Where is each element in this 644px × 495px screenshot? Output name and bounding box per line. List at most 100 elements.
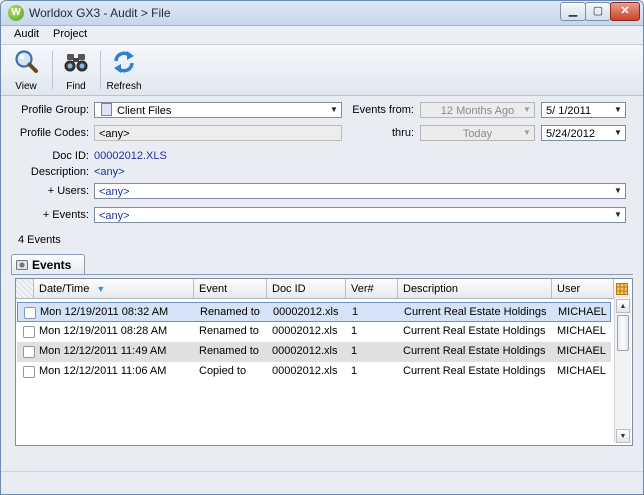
menu-bar: Audit Project <box>1 26 643 45</box>
scroll-down-icon[interactable]: ▼ <box>616 429 630 443</box>
cell-description: Current Real Estate Holdings <box>403 345 546 357</box>
maximize-button[interactable]: ▢ <box>585 2 611 21</box>
users-select[interactable]: <any> ▼ <box>94 183 626 199</box>
cell-doc-id: 00002012.xls <box>273 306 339 318</box>
column-chooser-button[interactable] <box>614 280 630 298</box>
close-button[interactable]: ✕ <box>610 2 640 21</box>
toolbar-separator <box>100 51 101 89</box>
events-label[interactable]: + Events: <box>9 209 89 221</box>
menu-project[interactable]: Project <box>53 28 87 40</box>
thru-date-value: 5/24/2012 <box>546 128 595 140</box>
cell-doc-id: 00002012.xls <box>272 325 338 337</box>
minimize-button[interactable]: ▁ <box>560 2 586 21</box>
refresh-label: Refresh <box>106 81 142 92</box>
table-row[interactable]: Mon 12/12/2011 11:49 AM Renamed to 00002… <box>17 342 611 362</box>
from-date-picker[interactable]: 5/ 1/2011 ▼ <box>541 102 626 118</box>
tab-events[interactable]: Events <box>11 254 85 275</box>
doc-id-label: Doc ID: <box>52 150 89 162</box>
tab-events-label: Events <box>32 258 72 272</box>
scroll-up-icon[interactable]: ▲ <box>616 299 630 313</box>
profile-group-select[interactable]: Client Files ▼ <box>94 102 342 118</box>
doc-id-link[interactable]: 00002012.XLS <box>94 150 167 162</box>
users-label[interactable]: + Users: <box>9 185 89 197</box>
cell-ver: 1 <box>351 365 358 377</box>
cell-description: Current Real Estate Holdings <box>403 365 546 377</box>
profile-codes-value: <any> <box>99 128 130 140</box>
scroll-thumb[interactable] <box>617 315 629 351</box>
find-button[interactable]: Find <box>56 48 96 92</box>
checkbox-column-header[interactable] <box>16 279 34 299</box>
thru-value: Today <box>462 128 493 140</box>
cell-event: Renamed to <box>199 325 259 337</box>
chevron-down-icon: ▼ <box>330 105 338 114</box>
table-row[interactable]: Mon 12/12/2011 11:06 AM Copied to 000020… <box>17 362 611 382</box>
menu-audit[interactable]: Audit <box>14 28 39 40</box>
view-button[interactable]: View <box>5 48 47 92</box>
sort-descending-icon: ▼ <box>96 284 106 294</box>
row-checkbox[interactable] <box>23 326 35 338</box>
cell-event: Renamed to <box>199 345 259 357</box>
cell-ver: 1 <box>351 345 358 357</box>
chevron-down-icon: ▼ <box>523 105 531 114</box>
column-header-user[interactable]: User <box>552 279 614 299</box>
chevron-down-icon: ▼ <box>614 105 622 114</box>
cell-doc-id: 00002012.xls <box>272 365 338 377</box>
row-checkbox[interactable] <box>23 366 35 378</box>
events-from-select[interactable]: 12 Months Ago ▼ <box>420 102 535 118</box>
cell-event: Renamed to <box>200 306 260 318</box>
worldox-logo-icon: W <box>8 5 24 21</box>
main-window: W Worldox GX3 - Audit > File ▁ ▢ ✕ Audit… <box>0 0 644 495</box>
folder-icon <box>101 103 112 116</box>
events-from-value: 12 Months Ago <box>440 105 515 117</box>
column-header-datetime[interactable]: Date/Time ▼ <box>34 279 194 299</box>
refresh-button[interactable]: Refresh <box>103 48 145 92</box>
thru-label: thru: <box>391 127 414 139</box>
binoculars-icon <box>64 54 88 72</box>
chevron-down-icon: ▼ <box>614 128 622 137</box>
row-checkbox[interactable] <box>24 307 36 319</box>
vertical-scrollbar[interactable]: ▲ ▼ <box>614 299 631 443</box>
events-value: <any> <box>99 210 130 222</box>
cell-datetime: Mon 12/19/2011 08:32 AM <box>40 306 169 318</box>
thru-date-picker[interactable]: 5/24/2012 ▼ <box>541 125 626 141</box>
toolbar-separator <box>52 51 53 89</box>
window-title: Worldox GX3 - Audit > File <box>29 6 171 20</box>
refresh-icon <box>114 51 134 73</box>
tab-divider <box>11 274 633 275</box>
cell-datetime: Mon 12/12/2011 11:06 AM <box>39 365 167 377</box>
chevron-down-icon: ▼ <box>523 128 531 137</box>
column-header-ver[interactable]: Ver# <box>346 279 398 299</box>
description-link[interactable]: <any> <box>94 166 125 178</box>
events-table: Date/Time ▼ Event Doc ID Ver# Descriptio… <box>15 278 633 446</box>
events-count: 4 Events <box>18 234 61 246</box>
table-row[interactable]: Mon 12/19/2011 08:28 AM Renamed to 00002… <box>17 322 611 342</box>
profile-codes-field[interactable]: <any> <box>94 125 342 141</box>
cell-user: MICHAEL <box>557 365 606 377</box>
events-from-label: Events from: <box>352 104 414 116</box>
chevron-down-icon: ▼ <box>614 186 622 195</box>
cell-description: Current Real Estate Holdings <box>403 325 546 337</box>
row-checkbox[interactable] <box>23 346 35 358</box>
events-tab-icon <box>16 260 28 270</box>
from-date-value: 5/ 1/2011 <box>546 105 592 117</box>
table-row[interactable]: Mon 12/19/2011 08:32 AM Renamed to 00002… <box>17 302 611 322</box>
thru-select[interactable]: Today ▼ <box>420 125 535 141</box>
cell-user: MICHAEL <box>557 325 606 337</box>
column-header-event[interactable]: Event <box>194 279 267 299</box>
column-header-description[interactable]: Description <box>398 279 552 299</box>
chevron-down-icon: ▼ <box>614 210 622 219</box>
cell-user: MICHAEL <box>558 306 607 318</box>
cell-doc-id: 00002012.xls <box>272 345 338 357</box>
grid-icon <box>616 283 628 295</box>
view-label: View <box>15 81 37 92</box>
events-select[interactable]: <any> ▼ <box>94 207 626 223</box>
column-header-datetime-label: Date/Time <box>39 283 90 295</box>
profile-group-value: Client Files <box>117 105 172 117</box>
profile-group-label: Profile Group: <box>21 104 89 116</box>
cell-description: Current Real Estate Holdings <box>404 306 547 318</box>
description-label: Description: <box>30 166 89 178</box>
column-header-doc-id[interactable]: Doc ID <box>267 279 346 299</box>
users-value: <any> <box>99 186 130 198</box>
cell-ver: 1 <box>352 306 359 318</box>
toolbar: View Find Refresh <box>1 45 643 96</box>
